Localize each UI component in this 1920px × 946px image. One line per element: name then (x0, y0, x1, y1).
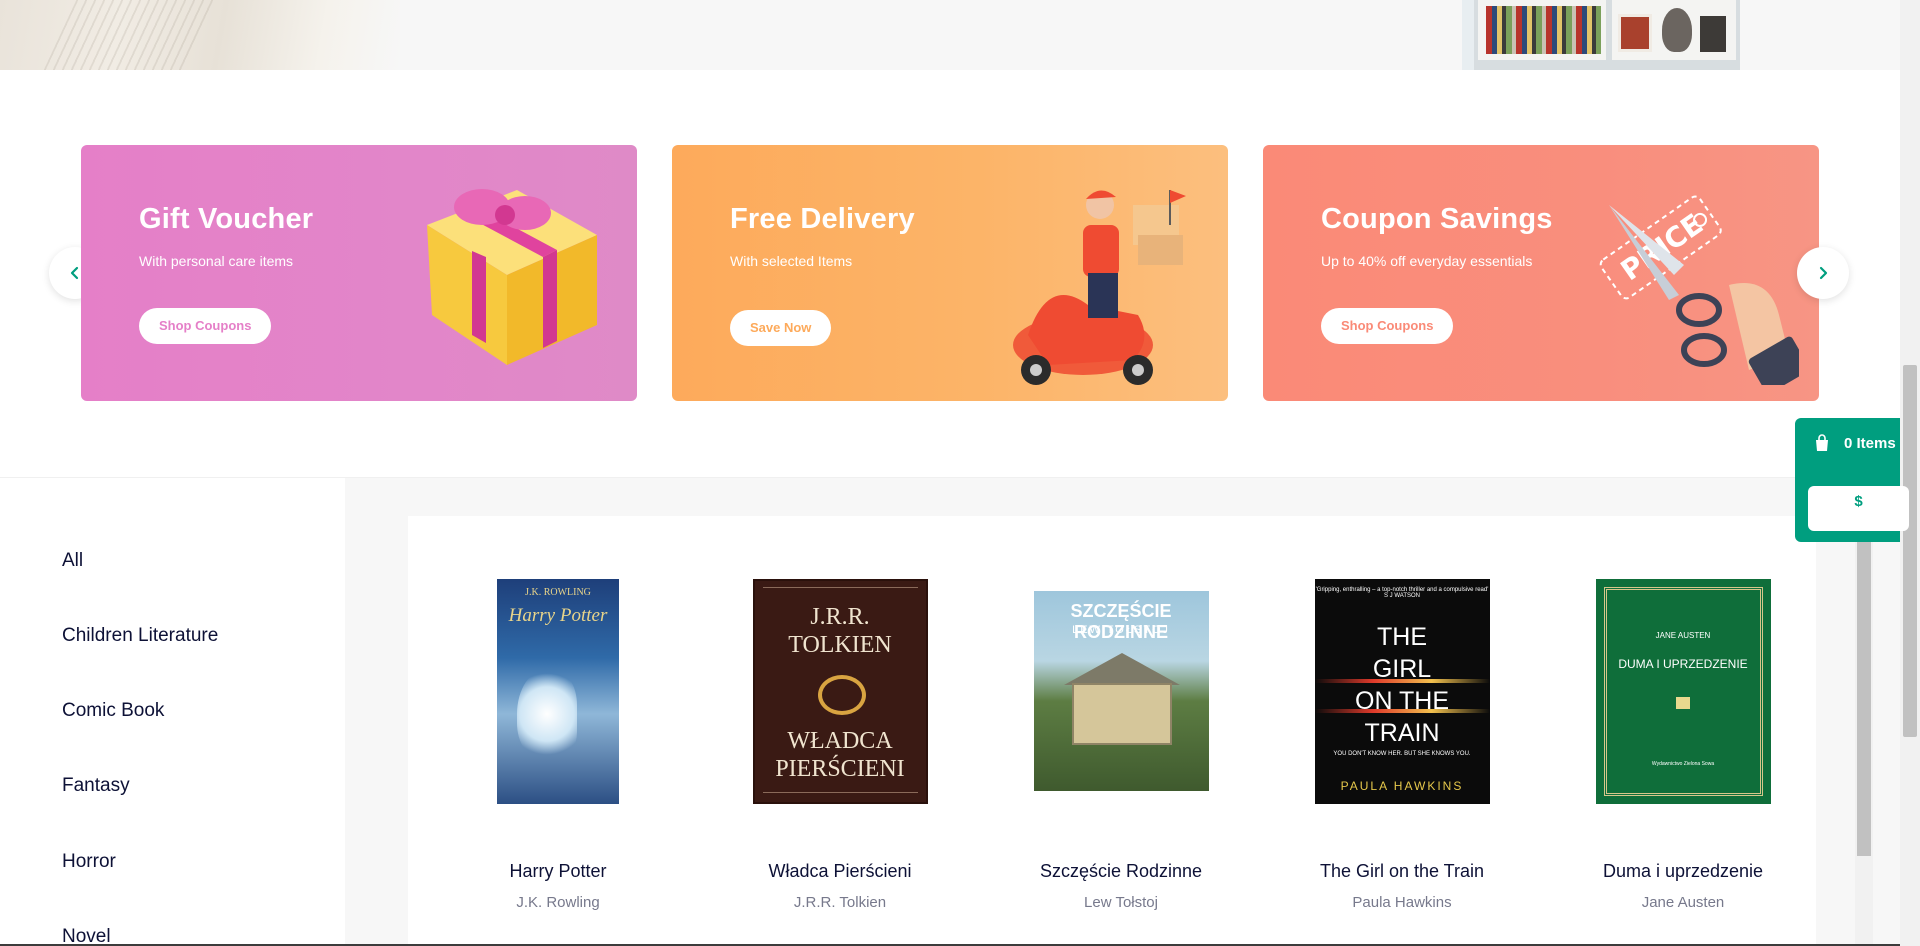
cover-text: J.R.R. TOLKIEN (755, 603, 926, 659)
product-card[interactable]: J.R.R. TOLKIEN WŁADCA PIERŚCIENI Władca Pi… (720, 516, 960, 946)
hero-banner-strip (0, 0, 1900, 70)
book-cover-image[interactable]: J.K. ROWLING Harry Potter (497, 578, 619, 804)
product-image-wrap: JANE AUSTEN DUMA I UPRZEDZENIE Wydawnict… (1563, 576, 1803, 806)
product-card[interactable]: JANE AUSTEN DUMA I UPRZEDZENIE Wydawnict… (1563, 516, 1803, 946)
book-cover-image[interactable]: J.R.R. TOLKIEN WŁADCA PIERŚCIENI (752, 578, 928, 804)
cover-text: JANE AUSTEN (1655, 630, 1711, 640)
cover-illustration (1063, 653, 1180, 685)
promo-card-gift-voucher[interactable]: Gift Voucher With personal care items Sh… (81, 145, 637, 401)
delivery-scooter-icon (1013, 190, 1186, 385)
cover-text: DUMA I UPRZEDZENIE (1618, 656, 1748, 671)
cover-ornament (762, 791, 918, 800)
product-image-wrap: J.R.R. TOLKIEN WŁADCA PIERŚCIENI (720, 576, 960, 806)
chevron-left-icon (70, 266, 79, 280)
shelf-frame (1618, 14, 1652, 52)
category-item-horror[interactable]: Horror (62, 851, 116, 873)
cover-illustration (1071, 683, 1172, 745)
cover-text: Harry Potter (508, 604, 608, 626)
page: Gift Voucher With personal care items Sh… (0, 0, 1920, 946)
carousel-next-button[interactable] (1797, 247, 1849, 299)
cover-line: J.R.R. (810, 603, 870, 630)
cover-ornament (1314, 708, 1490, 713)
product-title[interactable]: Szczęście Rodzinne (1001, 861, 1241, 882)
product-author: Lew Tołstoj (1084, 894, 1158, 911)
cover-line: WŁADCA (787, 727, 893, 754)
product-author: J.R.R. Tolkien (793, 894, 887, 911)
cover-line: THE (1377, 622, 1427, 651)
bookshelf-illustration (1474, 0, 1740, 70)
gift-box-icon (427, 189, 597, 365)
shopping-bag-icon (1816, 434, 1828, 451)
product-image-wrap: J.K. ROWLING Harry Potter (438, 576, 678, 806)
product-card[interactable]: J.K. ROWLING Harry Potter Harry Potter J… (438, 516, 678, 946)
category-item-comic-book[interactable]: Comic Book (62, 700, 164, 722)
book-cover-image[interactable]: SZCZĘŚCIE RODZINNE LEW TOŁSTOJ (1033, 591, 1209, 791)
product-title[interactable]: Władca Pierścieni (720, 861, 960, 882)
product-title[interactable]: Harry Potter (438, 861, 678, 882)
promo-title: Gift Voucher (139, 203, 314, 235)
product-image-wrap: 'Gripping, enthralling – a top-notch thr… (1282, 576, 1522, 806)
category-item-children-literature[interactable]: Children Literature (62, 625, 218, 647)
cover-text: PAULA HAWKINS (1340, 778, 1464, 793)
product-author: Paula Hawkins (1352, 894, 1452, 911)
publisher-emblem (1675, 696, 1690, 709)
shelf-vase (1662, 8, 1692, 52)
shelf-ornament (1700, 16, 1726, 52)
book-cover-image[interactable]: 'Gripping, enthralling – a top-notch thr… (1314, 578, 1490, 804)
promo-subtitle: With selected Items (730, 253, 853, 269)
promo-subtitle: With personal care items (139, 253, 294, 269)
promo-title: Coupon Savings (1321, 203, 1553, 235)
promo-card-coupon-savings[interactable]: Coupon Savings Up to 40% off everyday es… (1263, 145, 1819, 401)
product-title[interactable]: The Girl on the Train (1282, 861, 1522, 882)
cover-line: TRAIN (1364, 718, 1440, 747)
shop-section: All Children Literature Comic Book Fanta… (0, 477, 1900, 946)
product-grid: J.K. ROWLING Harry Potter Harry Potter J… (408, 516, 1816, 946)
product-card[interactable]: SZCZĘŚCIE RODZINNE LEW TOŁSTOJ Szczęście… (1001, 516, 1241, 946)
cover-text: THE GIRL ON THE TRAIN (1315, 621, 1490, 749)
shop-coupons-button[interactable]: Shop Coupons (139, 308, 272, 344)
cover-line: PIERŚCIENI (775, 755, 905, 782)
category-item-all[interactable]: All (62, 550, 83, 572)
shelf-base (1478, 60, 1736, 70)
ring-icon (817, 674, 866, 715)
promo-carousel: Gift Voucher With personal care items Sh… (0, 70, 1900, 477)
category-sidebar: All Children Literature Comic Book Fanta… (0, 478, 345, 946)
cover-text: J.K. ROWLING (525, 586, 591, 598)
page-scrollbar-thumb[interactable] (1903, 365, 1917, 737)
category-item-fantasy[interactable]: Fantasy (62, 775, 130, 797)
product-author: Jane Austen (1641, 894, 1725, 911)
price-tag-scissors-icon: PRICE (1599, 195, 1799, 385)
cart-item-count: 0 Items (1844, 435, 1896, 452)
book-cover-image[interactable]: JANE AUSTEN DUMA I UPRZEDZENIE Wydawnict… (1595, 578, 1771, 804)
cover-text: YOU DON'T KNOW HER. BUT SHE KNOWS YOU. (1333, 750, 1471, 757)
cover-ornament (1314, 678, 1490, 683)
product-image-wrap: SZCZĘŚCIE RODZINNE LEW TOŁSTOJ (1001, 576, 1241, 806)
cover-text: WŁADCA PIERŚCIENI (755, 727, 926, 783)
product-author: J.K. Rowling (516, 894, 600, 911)
product-list-scrollbar-thumb[interactable] (1857, 540, 1871, 856)
cover-line: TOLKIEN (788, 631, 892, 658)
cart-total-price: $ (1808, 486, 1909, 531)
shop-coupons-button[interactable]: Shop Coupons (1321, 308, 1454, 344)
product-title[interactable]: Duma i uprzedzenie (1563, 861, 1803, 882)
cover-text: SZCZĘŚCIE RODZINNE (1070, 601, 1172, 642)
chevron-right-icon (1819, 266, 1828, 280)
cover-ornament (762, 586, 918, 595)
cover-text: Wydawnictwo Zielona Sowa (1651, 760, 1715, 767)
product-card[interactable]: 'Gripping, enthralling – a top-notch thr… (1282, 516, 1522, 946)
hero-open-book-image (0, 0, 400, 70)
cover-text: 'Gripping, enthralling – a top-notch thr… (1315, 586, 1489, 599)
promo-subtitle: Up to 40% off everyday essentials (1321, 253, 1533, 269)
shelf-books (1486, 6, 1601, 54)
promo-card-free-delivery[interactable]: Free Delivery With selected Items Save N… (672, 145, 1228, 401)
save-now-button[interactable]: Save Now (730, 310, 832, 346)
cover-illustration (517, 668, 577, 759)
cart-widget[interactable]: 0 Items $ (1795, 418, 1909, 542)
promo-title: Free Delivery (730, 203, 915, 235)
cover-text: LEW TOŁSTOJ (1072, 624, 1170, 636)
category-item-novel[interactable]: Novel (62, 926, 111, 946)
